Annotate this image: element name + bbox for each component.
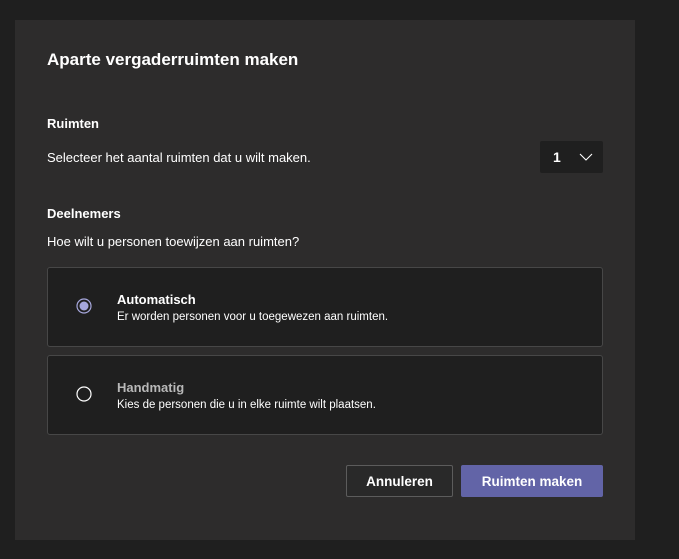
room-count-value: 1	[553, 149, 561, 165]
participants-question: Hoe wilt u personen toewijzen aan ruimte…	[47, 234, 300, 249]
breakout-rooms-dialog: Aparte vergaderruimten maken Ruimten Sel…	[15, 20, 635, 540]
rooms-description: Selecteer het aantal ruimten dat u wilt …	[47, 150, 311, 165]
radio-unselected-icon[interactable]	[76, 386, 92, 402]
option-manual[interactable]: Handmatig Kies de personen die u in elke…	[47, 355, 603, 435]
create-rooms-button[interactable]: Ruimten maken	[461, 465, 603, 497]
chevron-down-icon	[578, 149, 594, 165]
option-automatic-title: Automatisch	[117, 292, 196, 307]
option-manual-description: Kies de personen die u in elke ruimte wi…	[117, 399, 376, 411]
room-count-select[interactable]: 1	[540, 141, 603, 173]
rooms-heading: Ruimten	[47, 116, 99, 131]
participants-heading: Deelnemers	[47, 206, 121, 221]
option-automatic[interactable]: Automatisch Er worden personen voor u to…	[47, 267, 603, 347]
radio-selected-icon[interactable]	[76, 298, 92, 314]
option-automatic-description: Er worden personen voor u toegewezen aan…	[117, 311, 389, 323]
option-manual-title: Handmatig	[117, 380, 185, 395]
cancel-button[interactable]: Annuleren	[346, 465, 453, 497]
dialog-title: Aparte vergaderruimten maken	[47, 50, 299, 69]
